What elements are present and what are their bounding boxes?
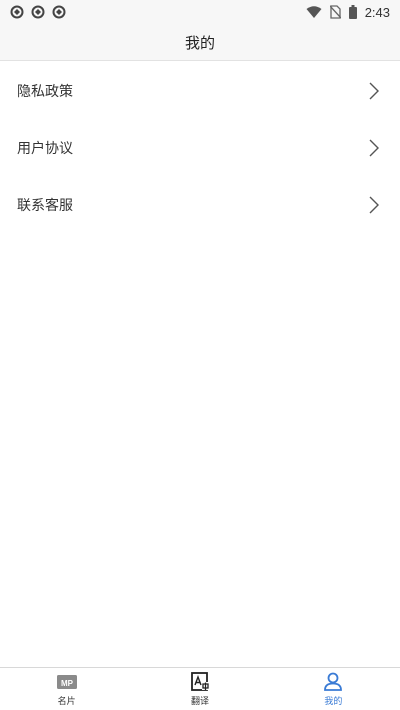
- chevron-right-icon: [369, 139, 379, 156]
- tab-business-card[interactable]: MP 名片: [0, 668, 133, 710]
- notification-icons: [10, 5, 66, 19]
- chevron-right-icon: [369, 82, 379, 99]
- menu-item-label: 隐私政策: [17, 83, 73, 100]
- status-bar: 2:43: [0, 0, 400, 24]
- app-notification-icon: [10, 5, 24, 19]
- translate-icon: [191, 671, 209, 691]
- menu-list: 隐私政策 用户协议 联系客服: [0, 62, 400, 233]
- profile-icon: [324, 672, 343, 691]
- svg-text:MP: MP: [61, 679, 74, 688]
- page-title: 我的: [184, 33, 215, 52]
- app-notification-icon: [31, 5, 45, 19]
- menu-item-user-agreement[interactable]: 用户协议: [0, 119, 400, 176]
- chevron-right-icon: [369, 196, 379, 213]
- no-sim-icon: [329, 5, 341, 19]
- tab-label: 名片: [57, 696, 76, 707]
- battery-icon: [348, 5, 357, 19]
- menu-item-label: 用户协议: [17, 140, 73, 157]
- bottom-tab-bar: MP 名片 翻译 我的: [0, 667, 400, 710]
- tab-profile[interactable]: 我的: [267, 668, 400, 710]
- tab-label: 我的: [324, 696, 343, 707]
- clock: 2:43: [364, 4, 390, 20]
- header: 我的: [0, 24, 400, 61]
- wifi-icon: [306, 5, 322, 18]
- business-card-icon: MP: [56, 674, 77, 689]
- system-status: 2:43: [306, 5, 390, 20]
- screen: 2:43 我的 隐私政策 用户协议 联系客服 MP 名片 翻译 我的: [0, 0, 400, 710]
- menu-item-contact-support[interactable]: 联系客服: [0, 176, 400, 233]
- menu-item-privacy-policy[interactable]: 隐私政策: [0, 62, 400, 119]
- tab-label: 翻译: [190, 696, 209, 707]
- app-notification-icon: [52, 5, 66, 19]
- menu-item-label: 联系客服: [17, 197, 73, 214]
- tab-translate[interactable]: 翻译: [133, 668, 266, 710]
